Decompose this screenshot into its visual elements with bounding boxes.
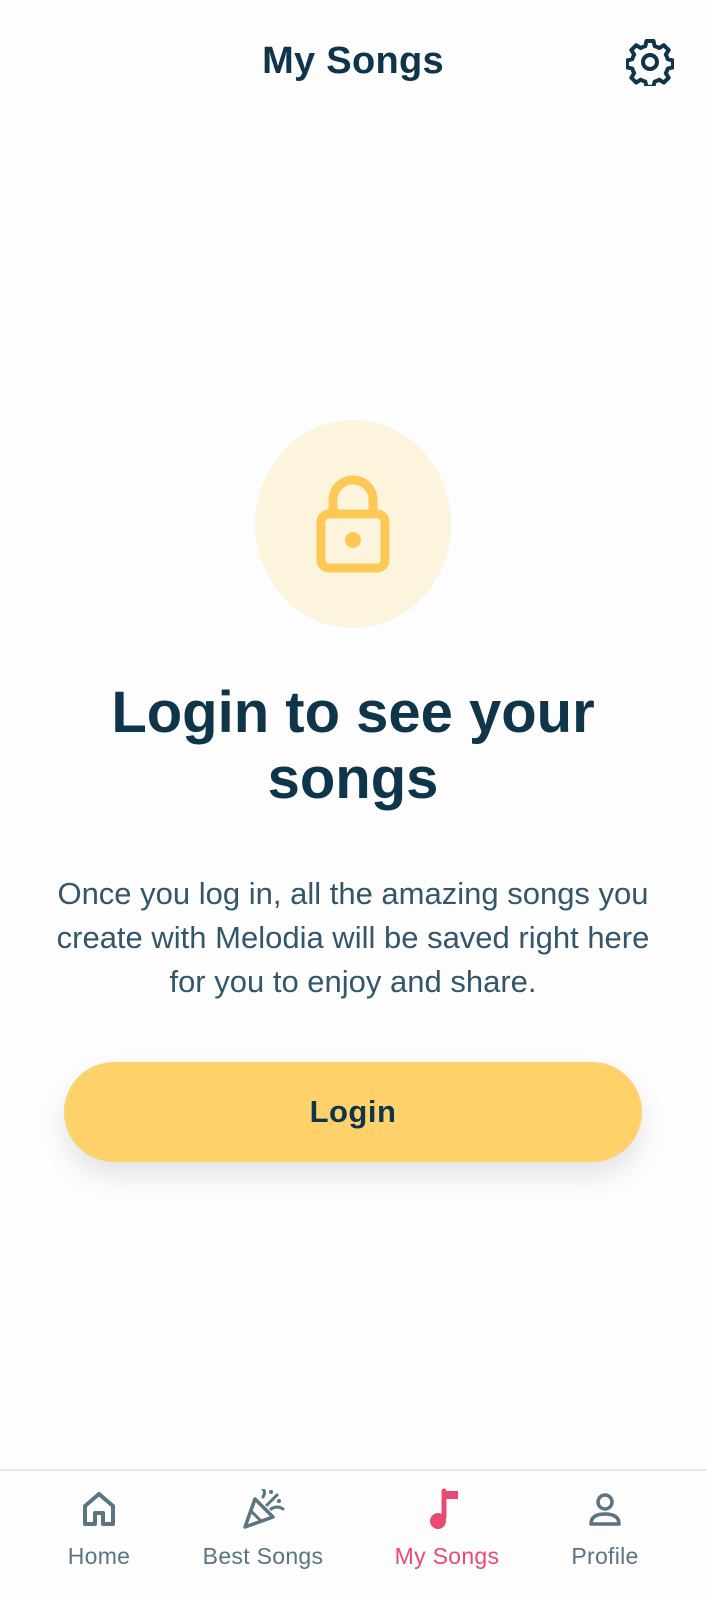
my-songs-screen: My Songs Login to see your songs Once yo… <box>0 0 706 1600</box>
lock-badge <box>255 420 451 628</box>
nav-item-home[interactable]: Home <box>14 1483 184 1593</box>
app-header: My Songs <box>0 0 706 130</box>
nav-item-profile[interactable]: Profile <box>520 1483 690 1593</box>
music-note-icon <box>430 1488 458 1529</box>
bottom-nav: Home Best Songs My Songs Profile <box>0 1469 706 1600</box>
login-description: Once you log in, all the amazing songs y… <box>56 876 650 999</box>
home-icon <box>83 1492 115 1526</box>
lock-icon <box>316 475 390 573</box>
page-title: My Songs <box>262 40 444 82</box>
party-popper-icon <box>243 1489 285 1529</box>
nav-item-my-songs[interactable]: My Songs <box>362 1483 532 1593</box>
gear-icon <box>626 39 674 86</box>
user-icon <box>589 1493 621 1526</box>
login-button-label: Login <box>309 1094 397 1129</box>
nav-item-best-songs[interactable]: Best Songs <box>178 1483 348 1593</box>
login-button[interactable]: Login <box>64 1062 642 1162</box>
nav-label-profile: Profile <box>571 1543 639 1569</box>
settings-button[interactable] <box>622 34 678 90</box>
nav-label-my-songs: My Songs <box>394 1543 500 1569</box>
login-headline: Login to see your songs <box>111 680 595 811</box>
nav-label-home: Home <box>67 1543 131 1569</box>
nav-label-best-songs: Best Songs <box>202 1543 324 1569</box>
